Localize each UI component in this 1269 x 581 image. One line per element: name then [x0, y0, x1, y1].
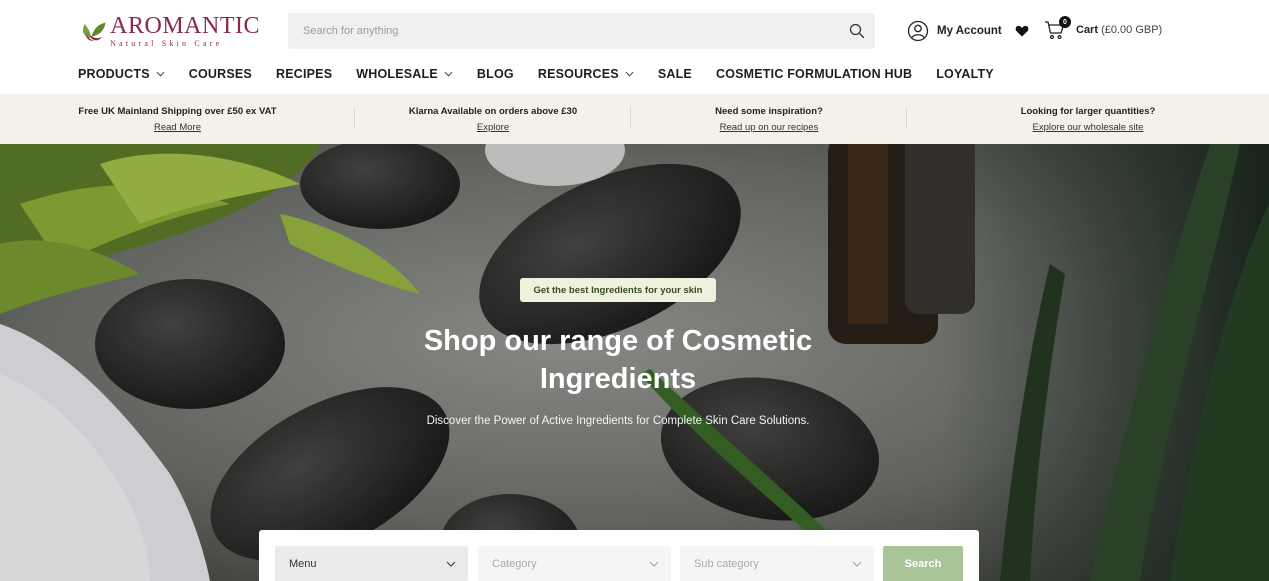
sub-category-select[interactable]: Sub category: [680, 546, 874, 581]
cart-label-wrap: Cart (£0.00 GBP): [1076, 24, 1162, 36]
category-select-value: Category: [492, 558, 537, 570]
search-input[interactable]: [288, 13, 839, 49]
info-strip: Free UK Mainland Shipping over £50 ex VA…: [0, 94, 1269, 144]
product-filter-panel: Menu Category Sub category Search: [259, 530, 979, 581]
nav-item-cosmetic-formulation-hub[interactable]: COSMETIC FORMULATION HUB: [716, 67, 912, 81]
nav-item-label: RECIPES: [275, 67, 333, 81]
nav-item-products[interactable]: PRODUCTS: [78, 67, 165, 81]
main-nav: PRODUCTS COURSES RECIPES WHOLESALE BLOG RESOU…: [78, 60, 1018, 88]
hero-subtitle: Discover the Power of Active Ingredients…: [426, 415, 810, 427]
nav-item-label: WHOLESALE: [356, 67, 438, 81]
my-account-link[interactable]: My Account: [907, 20, 1002, 42]
hero-banner: Get the best Ingredients for your skin S…: [0, 144, 1269, 581]
nav-item-label: COSMETIC FORMULATION HUB: [715, 67, 913, 81]
info-strip-item: Looking for larger quantities? Explore ou…: [907, 94, 1269, 144]
chevron-down-icon: [444, 71, 453, 77]
info-strip-title: Looking for larger quantities?: [1020, 105, 1156, 117]
nav-item-label: RESOURCES: [537, 67, 619, 81]
nav-item-label: COURSES: [188, 67, 252, 81]
menu-select-value: Menu: [289, 558, 317, 570]
hero-badge: Get the best Ingredients for your skin: [520, 278, 716, 302]
info-strip-item: Free UK Mainland Shipping over £50 ex VA…: [0, 94, 355, 144]
my-account-label: My Account: [937, 25, 1002, 37]
nav-item-sale[interactable]: SALE: [658, 67, 692, 81]
filter-search-button[interactable]: Search: [883, 546, 963, 581]
cart-total: (£0.00 GBP): [1101, 24, 1163, 36]
nav-item-label: BLOG: [476, 67, 514, 81]
user-circle-icon: [907, 20, 929, 42]
nav-item-recipes[interactable]: RECIPES: [276, 67, 332, 81]
chevron-down-icon: [625, 71, 634, 77]
logo-name: AROMANTIC: [110, 13, 260, 39]
chevron-down-icon: [446, 561, 456, 567]
wishlist-button[interactable]: [1015, 24, 1029, 38]
nav-item-label: PRODUCTS: [78, 67, 150, 81]
nav-item-resources[interactable]: RESOURCES: [538, 67, 634, 81]
search-bar: [288, 13, 875, 49]
leaf-logo-icon: [83, 22, 106, 41]
info-strip-item: Klarna Available on orders above £30 Expl…: [355, 94, 631, 144]
nav-item-blog[interactable]: BLOG: [477, 67, 514, 81]
cart-label: Cart: [1076, 24, 1099, 36]
info-strip-link[interactable]: Read up on our recipes: [720, 122, 819, 133]
chevron-down-icon: [852, 561, 862, 567]
search-icon: [849, 23, 865, 39]
info-strip-link[interactable]: Read More: [154, 122, 201, 133]
nav-item-label: LOYALTY: [936, 67, 994, 81]
site-header: AROMANTIC Natural Skin Care My Account: [0, 0, 1269, 60]
chevron-down-icon: [156, 71, 165, 77]
cart-link[interactable]: 0 Cart (£0.00 GBP): [1044, 16, 1162, 43]
heart-icon: [1015, 25, 1029, 37]
info-strip-title: Need some inspiration?: [715, 105, 823, 117]
sub-category-select-value: Sub category: [694, 558, 759, 570]
chevron-down-icon: [649, 561, 659, 567]
info-strip-link[interactable]: Explore: [477, 122, 509, 133]
info-strip-link[interactable]: Explore our wholesale site: [1033, 122, 1144, 133]
brand-logo[interactable]: AROMANTIC Natural Skin Care: [80, 12, 260, 50]
nav-item-loyalty[interactable]: LOYALTY: [936, 67, 994, 81]
nav-item-courses[interactable]: COURSES: [189, 67, 252, 81]
nav-item-wholesale[interactable]: WHOLESALE: [356, 67, 453, 81]
info-strip-item: Need some inspiration? Read up on our rec…: [631, 94, 907, 144]
category-select[interactable]: Category: [478, 546, 671, 581]
search-button[interactable]: [839, 13, 875, 49]
nav-item-label: SALE: [657, 67, 692, 81]
logo-tagline: Natural Skin Care: [110, 39, 223, 48]
info-strip-title: Free UK Mainland Shipping over £50 ex VA…: [78, 105, 277, 117]
info-strip-title: Klarna Available on orders above £30: [408, 105, 578, 117]
menu-select[interactable]: Menu: [275, 546, 468, 581]
cart-count-badge: 0: [1059, 16, 1071, 28]
hero-title: Shop our range of Cosmetic Ingredients: [423, 325, 813, 395]
